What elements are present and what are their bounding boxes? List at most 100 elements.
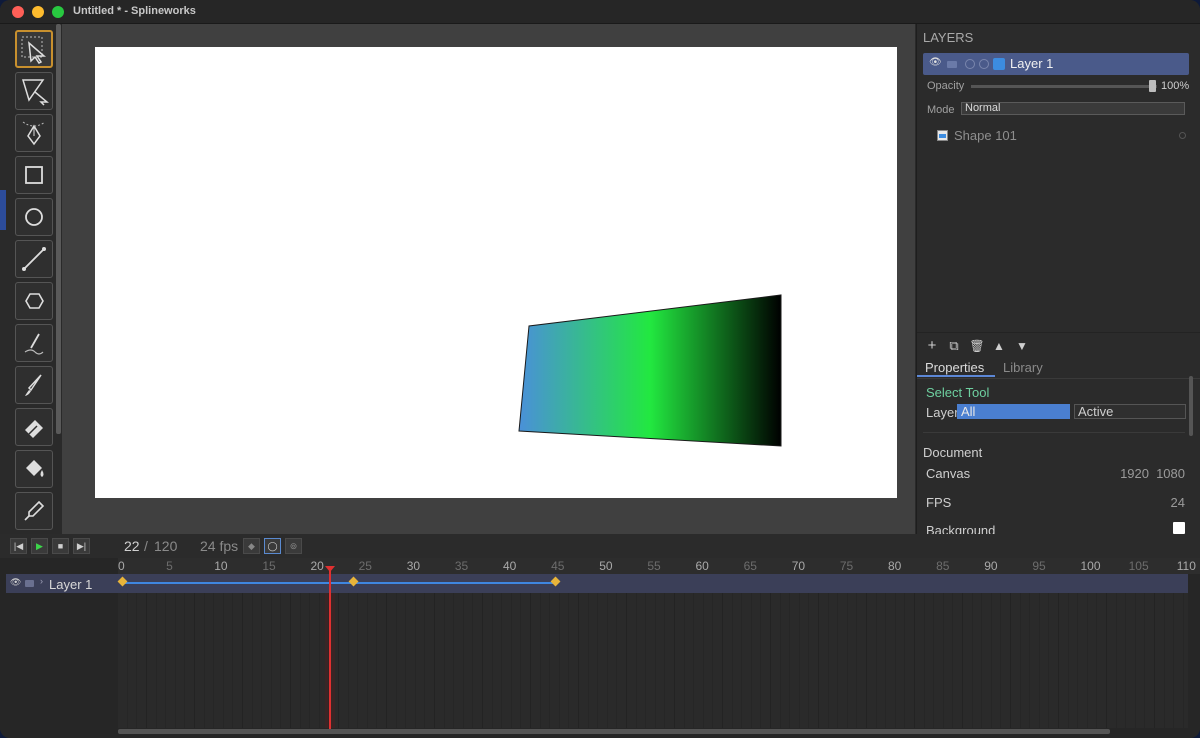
ruler-tick-label: 25 [358, 559, 372, 573]
gradient-shape[interactable] [518, 294, 782, 447]
zoom-window-button[interactable] [52, 6, 64, 18]
tab-properties[interactable]: Properties [925, 360, 984, 375]
eyedropper-tool-button[interactable] [15, 492, 53, 530]
eraser-icon [25, 420, 43, 438]
ruler-tick-label: 90 [984, 559, 998, 573]
eyedropper-icon [24, 500, 45, 521]
loop-toggle-button[interactable]: ◯ [264, 538, 281, 554]
outline-toggle-icon[interactable] [965, 59, 975, 69]
playhead[interactable] [329, 566, 331, 730]
play-button[interactable]: ▶ [31, 538, 48, 554]
timeline-layer-name: Layer 1 [49, 577, 93, 592]
loop-icon: ◯ [267, 540, 278, 551]
diamond-icon: ◆ [248, 540, 255, 551]
solo-toggle-icon[interactable] [979, 59, 989, 69]
ruler-tick-label: 50 [599, 559, 613, 573]
ruler-tick-label: 55 [647, 559, 661, 573]
ruler-tick-label: 80 [888, 559, 902, 573]
ruler-tick-label: 5 [166, 559, 173, 573]
pencil-tool-button[interactable] [15, 324, 53, 362]
right-panel: LAYERS 👁 Layer 1 Opacity 100% Mode Norma… [916, 24, 1200, 538]
layer-actions-bar: + ⧉ 🗑 ▲ ▼ [917, 332, 1200, 356]
paint-bucket-tool-button[interactable] [15, 450, 53, 488]
pencil-icon [24, 333, 44, 355]
ruler-tick-label: 20 [310, 559, 324, 573]
ruler-tick-label: 70 [791, 559, 806, 573]
layer-row[interactable]: 👁 Layer 1 [923, 53, 1189, 75]
shape-name: Shape 101 [954, 128, 1017, 143]
move-layer-up-button[interactable]: ▲ [990, 337, 1008, 355]
add-layer-button[interactable]: + [923, 337, 941, 355]
visibility-eye-icon[interactable]: 👁 [929, 57, 942, 68]
layer-name: Layer 1 [1010, 56, 1054, 71]
opacity-slider-knob[interactable] [1149, 80, 1156, 92]
minimize-window-button[interactable] [32, 6, 44, 18]
select-tool-button[interactable] [15, 30, 53, 68]
background-color-swatch[interactable] [1173, 522, 1185, 534]
expand-chevron-icon[interactable]: › [40, 576, 43, 586]
play-icon: ▶ [36, 540, 43, 551]
ellipse-tool-button[interactable] [15, 198, 53, 236]
line-tool-button[interactable] [15, 240, 53, 278]
delete-layer-button[interactable]: 🗑 [968, 337, 986, 355]
close-window-button[interactable] [12, 6, 24, 18]
skip-forward-icon: ▶| [76, 540, 87, 551]
onion-skin-button[interactable]: ⊚ [285, 538, 302, 554]
brush-tool-button[interactable] [15, 366, 53, 404]
transport-bar: |◀ ▶ ■ ▶| 22 / 120 24 fps ◆ ◯ ⊚ [0, 534, 1200, 558]
keyframe-span-line [122, 582, 556, 584]
canvas-height-value[interactable]: 1080 [1153, 466, 1185, 481]
ruler-tick-label: 75 [839, 559, 854, 573]
shape-visibility-icon[interactable] [1179, 132, 1186, 139]
tab-divider [917, 378, 1200, 379]
artboard[interactable] [95, 47, 897, 498]
timeline-track-area[interactable] [118, 593, 1188, 728]
eraser-tool-button[interactable] [15, 408, 53, 446]
move-layer-down-button[interactable]: ▼ [1013, 337, 1031, 355]
total-frames[interactable]: 120 [154, 538, 177, 554]
layer-color-swatch[interactable] [993, 58, 1005, 70]
title-bar: Untitled * - Splineworks [0, 0, 1200, 24]
window-title: Untitled * - Splineworks [73, 5, 196, 17]
timeline-horizontal-scrollbar[interactable] [118, 729, 1110, 734]
ruler-tick-label: 0 [118, 559, 125, 573]
duplicate-layer-button[interactable]: ⧉ [945, 337, 963, 355]
blend-mode-select[interactable]: Normal [961, 102, 1185, 115]
node-edit-tool-button[interactable] [15, 72, 53, 110]
lock-icon[interactable] [947, 61, 957, 68]
rectangle-icon [25, 166, 43, 184]
ruler-tick-label: 45 [551, 559, 565, 573]
go-to-start-button[interactable]: |◀ [10, 538, 27, 554]
tab-library[interactable]: Library [1003, 360, 1043, 375]
timeline-lock-icon[interactable] [25, 580, 34, 587]
canvas-width-value[interactable]: 1920 [1117, 466, 1149, 481]
fps-label: FPS [926, 495, 952, 510]
frame-ruler[interactable]: 0 5 10 15 20 25 30 35 40 45 50 55 60 65 70 75 80 85 90 95 10… [118, 558, 1200, 574]
go-to-end-button[interactable]: ▶| [73, 538, 90, 554]
fps-readout: 24 fps [200, 538, 239, 554]
line-icon [22, 247, 46, 271]
stop-icon: ■ [57, 541, 64, 551]
ruler-tick-label: 35 [454, 559, 469, 573]
current-frame[interactable]: 22 [124, 538, 140, 554]
layer-scope-active-option[interactable]: Active [1074, 404, 1186, 419]
fps-value[interactable]: 24 [1147, 495, 1185, 510]
properties-scrollbar[interactable] [1189, 376, 1193, 436]
layer-scope-all-option[interactable]: All [957, 404, 1070, 419]
shape-row[interactable]: Shape 101 [937, 128, 1017, 143]
playhead-marker[interactable] [325, 566, 335, 572]
properties-divider [923, 432, 1185, 433]
pen-tool-button[interactable] [15, 114, 53, 152]
rectangle-tool-button[interactable] [15, 156, 53, 194]
layer-scope-label: Layer [926, 405, 959, 420]
polygon-tool-button[interactable] [15, 282, 53, 320]
ruler-tick-label: 65 [743, 559, 757, 573]
tool-palette-scrollbar[interactable] [56, 24, 61, 434]
canvas-label: Canvas [926, 466, 971, 481]
timeline-visibility-eye-icon[interactable]: 👁 [10, 577, 21, 588]
stop-button[interactable]: ■ [52, 538, 69, 554]
keyframe-toggle-button[interactable]: ◆ [243, 538, 260, 554]
canvas-stage[interactable] [62, 24, 915, 534]
opacity-slider[interactable] [971, 85, 1157, 88]
shape-thumbnail-icon [937, 130, 948, 141]
